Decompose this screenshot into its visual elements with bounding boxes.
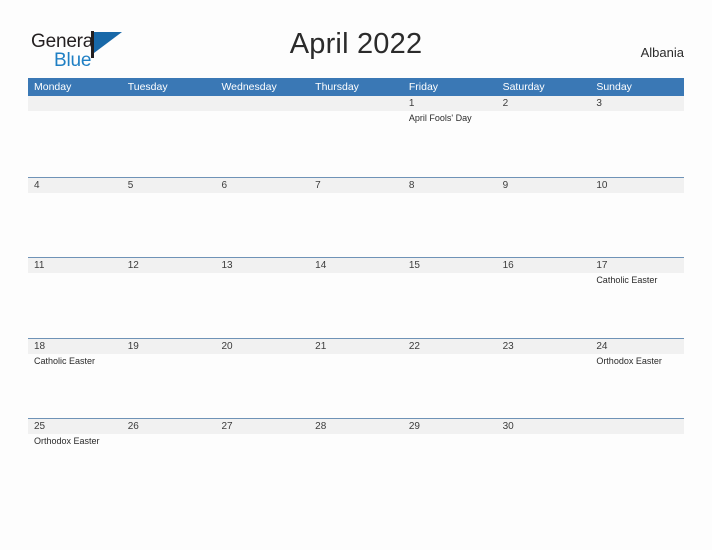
day-cell[interactable]	[309, 96, 403, 176]
country-label: Albania	[640, 45, 684, 60]
day-number: 26	[127, 421, 139, 432]
day-cell[interactable]: 28	[309, 419, 403, 499]
day-number: 19	[127, 340, 139, 352]
day-cell[interactable]: 4	[28, 178, 122, 258]
day-cell[interactable]: 30	[497, 419, 591, 499]
day-number: 18	[34, 340, 46, 352]
day-cell[interactable]: 17 Catholic Easter	[590, 258, 684, 338]
day-cell[interactable]: 24 Orthodox Easter	[590, 339, 684, 419]
calendar-grid: Monday Tuesday Wednesday Thursday Friday…	[28, 78, 684, 499]
week-row: 1 April Fools' Day 2 3	[28, 96, 684, 177]
day-event: Catholic Easter	[596, 275, 658, 285]
weekday-tuesday: Tuesday	[127, 81, 168, 93]
day-cell[interactable]: 9	[497, 178, 591, 258]
day-number	[128, 96, 216, 111]
weekday-header-row: Monday Tuesday Wednesday Thursday Friday…	[28, 78, 684, 96]
day-number: 12	[127, 260, 139, 271]
day-number: 25	[34, 421, 46, 432]
day-cell[interactable]: 27	[215, 419, 309, 499]
day-number: 2	[502, 98, 509, 109]
day-number: 17	[596, 260, 608, 271]
day-cell[interactable]: 25 Orthodox Easter	[28, 419, 122, 499]
day-cell[interactable]: 20	[215, 339, 309, 419]
day-number: 10	[596, 179, 608, 191]
day-cell[interactable]: 23	[497, 339, 591, 419]
week-row: 18 Catholic Easter 19 20 21 22 23 24 Ort…	[28, 337, 684, 419]
day-number	[34, 96, 122, 111]
day-number: 15	[408, 260, 420, 271]
page-title: April 2022	[289, 28, 423, 60]
weekday-sunday: Sunday	[596, 81, 632, 93]
day-number: 13	[221, 260, 233, 271]
day-cell[interactable]: 26	[122, 419, 216, 499]
day-cell[interactable]	[122, 96, 216, 176]
day-number: 24	[596, 340, 608, 352]
day-cell[interactable]: 29	[403, 419, 497, 499]
day-number: 27	[221, 421, 233, 432]
day-number: 28	[315, 421, 327, 432]
day-number: 22	[408, 340, 420, 352]
day-cell[interactable]: 5	[122, 178, 216, 258]
page-header: General Blue April 2022 Albania	[0, 0, 712, 78]
day-cell[interactable]: 2	[497, 96, 591, 176]
day-event: Catholic Easter	[34, 355, 96, 366]
day-number	[221, 96, 309, 111]
day-cell[interactable]: 15	[403, 258, 497, 338]
day-cell[interactable]	[215, 96, 309, 176]
day-cell[interactable]: 6	[215, 178, 309, 258]
day-number: 23	[502, 340, 514, 352]
week-row: 11 12 13 14 15 16 17 Catholic Easter	[28, 257, 684, 338]
day-cell[interactable]: 22	[403, 339, 497, 419]
day-cell[interactable]: 1 April Fools' Day	[403, 96, 497, 176]
week-row: 25 Orthodox Easter 26 27 28 29 30	[28, 418, 684, 499]
day-number: 20	[221, 340, 233, 352]
weekday-wednesday: Wednesday	[221, 81, 277, 93]
day-number: 11	[34, 260, 45, 271]
day-number: 8	[408, 179, 415, 191]
weekday-thursday: Thursday	[315, 81, 359, 93]
week-row: 4 5 6 7 8 9 10	[28, 176, 684, 258]
day-event: April Fools' Day	[408, 113, 472, 123]
day-number	[596, 419, 684, 434]
day-cell[interactable]: 19	[122, 339, 216, 419]
day-cell[interactable]: 21	[309, 339, 403, 419]
day-cell[interactable]: 13	[215, 258, 309, 338]
day-number: 14	[315, 260, 327, 271]
day-cell[interactable]: 10	[590, 178, 684, 258]
day-number: 4	[34, 179, 40, 191]
day-cell[interactable]: 12	[122, 258, 216, 338]
day-cell[interactable]: 16	[497, 258, 591, 338]
day-number: 30	[502, 421, 514, 432]
calendar-page: General Blue April 2022 Albania Monday T…	[0, 0, 712, 550]
day-cell[interactable]	[28, 96, 122, 176]
day-number: 21	[315, 340, 327, 352]
day-cell[interactable]: 8	[403, 178, 497, 258]
day-event: Orthodox Easter	[34, 436, 100, 446]
day-cell[interactable]: 11	[28, 258, 122, 338]
weekday-saturday: Saturday	[502, 81, 545, 93]
day-number: 9	[502, 179, 509, 191]
day-cell[interactable]: 7	[309, 178, 403, 258]
day-cell[interactable]	[590, 419, 684, 499]
day-number	[315, 96, 403, 111]
day-number: 3	[596, 98, 602, 109]
day-number: 7	[315, 179, 321, 191]
day-number: 1	[408, 98, 415, 109]
day-number: 16	[502, 260, 514, 271]
day-cell[interactable]: 3	[590, 96, 684, 176]
day-event: Orthodox Easter	[596, 355, 662, 366]
day-number: 29	[408, 421, 420, 432]
weekday-monday: Monday	[34, 81, 72, 93]
day-cell[interactable]: 14	[309, 258, 403, 338]
weekday-friday: Friday	[408, 81, 439, 93]
day-cell[interactable]: 18 Catholic Easter	[28, 339, 122, 419]
day-number: 5	[127, 179, 134, 191]
day-number: 6	[221, 179, 227, 191]
